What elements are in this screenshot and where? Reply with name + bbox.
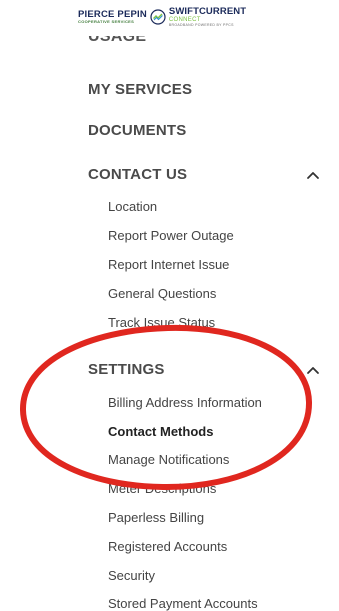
settings-item-registered-accounts[interactable]: Registered Accounts bbox=[108, 539, 227, 554]
logo-right-sub: BROADBAND POWERED BY PPCS bbox=[168, 23, 234, 27]
contact-item-track-issue-status[interactable]: Track Issue Status bbox=[108, 315, 215, 330]
pierce-pepin-logo: PIERCE PEPIN COOPERATIVE SERVICES bbox=[78, 10, 147, 25]
chevron-up-icon[interactable] bbox=[305, 362, 321, 378]
contact-item-general-questions[interactable]: General Questions bbox=[108, 286, 216, 301]
contact-item-report-power-outage[interactable]: Report Power Outage bbox=[108, 228, 234, 243]
logo-left-brand: PIERCE PEPIN bbox=[78, 8, 147, 20]
settings-item-contact-methods[interactable]: Contact Methods bbox=[108, 424, 213, 439]
nav-item-documents[interactable]: DOCUMENTS bbox=[88, 122, 186, 139]
settings-item-manage-notifications[interactable]: Manage Notifications bbox=[108, 452, 229, 467]
nav-item-my-services[interactable]: MY SERVICES bbox=[88, 81, 192, 98]
nav-item-usage-label: USAGE bbox=[88, 36, 147, 45]
header-logo[interactable]: PIERCE PEPIN COOPERATIVE SERVICES SWIFTC… bbox=[78, 6, 246, 28]
nav-item-usage[interactable]: USAGE bbox=[88, 36, 208, 46]
nav-section-contact-us[interactable]: CONTACT US bbox=[88, 166, 187, 183]
logo-left-sub: COOPERATIVE SERVICES bbox=[78, 19, 135, 25]
settings-item-paperless-billing[interactable]: Paperless Billing bbox=[108, 510, 204, 525]
swiftcurrent-mark-icon bbox=[150, 9, 166, 25]
chevron-up-icon[interactable] bbox=[305, 167, 321, 183]
settings-item-meter-descriptions[interactable]: Meter Descriptions bbox=[108, 481, 216, 496]
nav-section-settings[interactable]: SETTINGS bbox=[88, 361, 165, 378]
logo-right-brand: SWIFTCURRENT bbox=[168, 5, 247, 17]
swiftcurrent-logo: SWIFTCURRENT CONNECT BROADBAND POWERED B… bbox=[168, 5, 247, 28]
settings-item-billing-address[interactable]: Billing Address Information bbox=[108, 395, 262, 410]
settings-item-stored-payment-accounts[interactable]: Stored Payment Accounts bbox=[108, 596, 258, 611]
contact-item-report-internet-issue[interactable]: Report Internet Issue bbox=[108, 257, 229, 272]
settings-item-security[interactable]: Security bbox=[108, 568, 155, 583]
contact-item-location[interactable]: Location bbox=[108, 199, 157, 214]
